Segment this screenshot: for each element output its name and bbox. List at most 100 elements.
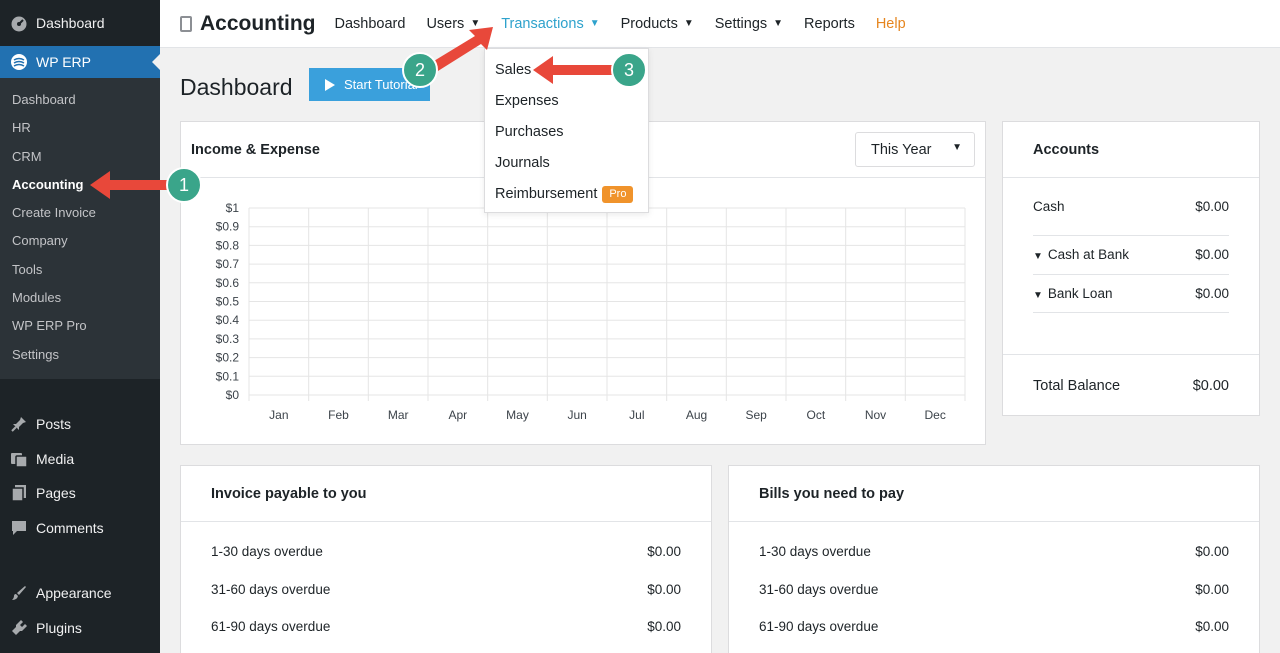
sidebar-item-posts[interactable]: Posts	[0, 407, 160, 442]
sidebar-item-label: WP ERP	[36, 54, 91, 70]
menu-item-expenses[interactable]: Expenses	[485, 86, 648, 117]
annotation-badge-1: 1	[166, 167, 202, 203]
page-title: Dashboard	[180, 74, 293, 100]
wperp-submenu: Dashboard HR CRM Accounting Create Invoi…	[0, 78, 160, 379]
submenu-item-settings[interactable]: Settings	[0, 341, 160, 369]
x-tick-label: Aug	[686, 408, 707, 422]
overdue-list: 1-30 days overdue $0.00 31-60 days overdu…	[729, 522, 1259, 646]
brush-icon	[10, 584, 28, 602]
account-name: Cash at Bank	[1047, 247, 1129, 263]
submenu-item-accounting[interactable]: Accounting	[0, 171, 160, 199]
panel-title: Invoice payable to you	[181, 466, 711, 522]
submenu-item-tools[interactable]: Tools	[0, 256, 160, 284]
sidebar-item-dashboard[interactable]: Dashboard	[0, 0, 160, 46]
sidebar-item-label: Plugins	[36, 619, 82, 636]
admin-sidebar: Dashboard WP ERP Dashboard HR CRM Accoun…	[0, 0, 160, 653]
overdue-label: 61-90 days overdue	[211, 619, 331, 635]
sidebar-item-wperp[interactable]: WP ERP	[0, 46, 160, 78]
sidebar-item-label: Appearance	[36, 585, 112, 602]
account-row[interactable]: ▼ Cash at Bank $0.00	[1033, 236, 1229, 275]
nav-products[interactable]: Products ▼	[621, 16, 694, 32]
submenu-item-modules[interactable]: Modules	[0, 284, 160, 312]
panel-title: Accounts	[1003, 122, 1259, 178]
menu-item-purchases[interactable]: Purchases	[485, 117, 648, 148]
account-value: $0.00	[1195, 247, 1229, 263]
overdue-value: $0.00	[1195, 544, 1229, 560]
media-icon	[10, 450, 28, 468]
nav-label: Settings	[714, 15, 768, 32]
overdue-value: $0.00	[1195, 581, 1229, 597]
nav-settings[interactable]: Settings ▼	[715, 16, 783, 32]
overdue-value: $0.00	[647, 581, 681, 597]
overdue-label: 61-90 days overdue	[759, 619, 879, 635]
x-tick-label: Jul	[629, 408, 644, 422]
y-tick-label: $0.7	[216, 257, 240, 271]
overdue-row: 61-90 days overdue $0.00	[759, 608, 1229, 646]
chevron-down-icon: ▼	[470, 18, 481, 29]
chevron-down-icon: ▼	[773, 18, 784, 29]
menu-item-label: Reimbursement	[495, 186, 598, 202]
submenu-item-wperp-pro[interactable]: WP ERP Pro	[0, 312, 160, 340]
nav-reports[interactable]: Reports	[804, 16, 855, 32]
x-tick-label: Sep	[745, 408, 767, 422]
total-balance-row: Total Balance $0.00	[1003, 354, 1259, 416]
pin-icon	[10, 415, 28, 433]
period-select[interactable]: This Year ▼	[855, 132, 975, 167]
bills-to-pay-panel: Bills you need to pay 1-30 days overdue $…	[728, 465, 1260, 653]
sidebar-item-appearance[interactable]: Appearance	[0, 576, 160, 611]
annotation-badge-3: 3	[611, 52, 647, 88]
pages-icon	[10, 484, 28, 502]
submenu-item-crm[interactable]: CRM	[0, 143, 160, 171]
y-tick-label: $0.3	[216, 332, 240, 346]
submenu-item-hr[interactable]: HR	[0, 114, 160, 142]
sidebar-item-pages[interactable]: Pages	[0, 476, 160, 511]
x-tick-label: Jan	[269, 408, 288, 422]
account-row[interactable]: ▼ Bank Loan $0.00	[1033, 275, 1229, 313]
plugin-icon	[10, 619, 28, 637]
accounting-topbar: Accounting Dashboard Users ▼ Transactions…	[160, 0, 1280, 48]
comments-icon	[10, 519, 28, 537]
accounts-panel: Accounts Cash $0.00 ▼ Cash at Bank $0.00 …	[1002, 121, 1260, 416]
y-tick-label: $0.9	[216, 220, 240, 234]
accounts-list: Cash $0.00 ▼ Cash at Bank $0.00 ▼ Bank Loa…	[1003, 178, 1259, 354]
x-tick-label: Feb	[328, 408, 349, 422]
menu-item-reimbursement[interactable]: Reimbursement Pro	[485, 179, 648, 210]
overdue-row: 1-30 days overdue $0.00	[211, 533, 681, 571]
account-name: Bank Loan	[1047, 285, 1113, 301]
submenu-item-dashboard[interactable]: Dashboard	[0, 86, 160, 114]
account-row[interactable]: Cash $0.00	[1033, 178, 1229, 236]
sidebar-item-comments[interactable]: Comments	[0, 510, 160, 545]
x-tick-label: Oct	[806, 408, 825, 422]
nav-users[interactable]: Users ▼	[426, 16, 480, 32]
accounting-brand[interactable]: Accounting	[180, 12, 316, 36]
sidebar-item-plugins[interactable]: Plugins	[0, 610, 160, 645]
sidebar-item-label: Pages	[36, 485, 76, 502]
nav-label: Products	[620, 15, 678, 32]
sidebar-item-label: Media	[36, 450, 75, 467]
dashboard-icon	[10, 14, 28, 32]
period-value: This Year	[871, 141, 932, 158]
y-tick-label: $0.1	[216, 369, 240, 383]
overdue-label: 1-30 days overdue	[211, 544, 323, 560]
menu-item-journals[interactable]: Journals	[485, 148, 648, 179]
nav-label: Reports	[804, 15, 855, 32]
x-tick-label: Mar	[388, 408, 409, 422]
submenu-item-create-invoice[interactable]: Create Invoice	[0, 199, 160, 227]
calculator-icon	[180, 15, 192, 32]
chevron-down-icon: ▼	[683, 18, 694, 29]
accounting-nav: Dashboard Users ▼ Transactions ▼ Products ▼…	[335, 16, 927, 32]
sidebar-item-label: Posts	[36, 416, 72, 433]
sidebar-item-media[interactable]: Media	[0, 441, 160, 476]
nav-help[interactable]: Help	[876, 16, 906, 32]
nav-label: Dashboard	[334, 15, 406, 32]
total-label: Total Balance	[1033, 377, 1121, 394]
play-icon	[325, 78, 335, 91]
submenu-item-company[interactable]: Company	[0, 227, 160, 255]
nav-label: Help	[875, 15, 906, 32]
overdue-label: 31-60 days overdue	[759, 581, 879, 597]
nav-dashboard[interactable]: Dashboard	[335, 16, 406, 32]
nav-transactions[interactable]: Transactions ▼	[501, 16, 599, 32]
overdue-value: $0.00	[647, 544, 681, 560]
panel-title: Income & Expense	[191, 142, 320, 158]
overdue-label: 31-60 days overdue	[211, 581, 331, 597]
